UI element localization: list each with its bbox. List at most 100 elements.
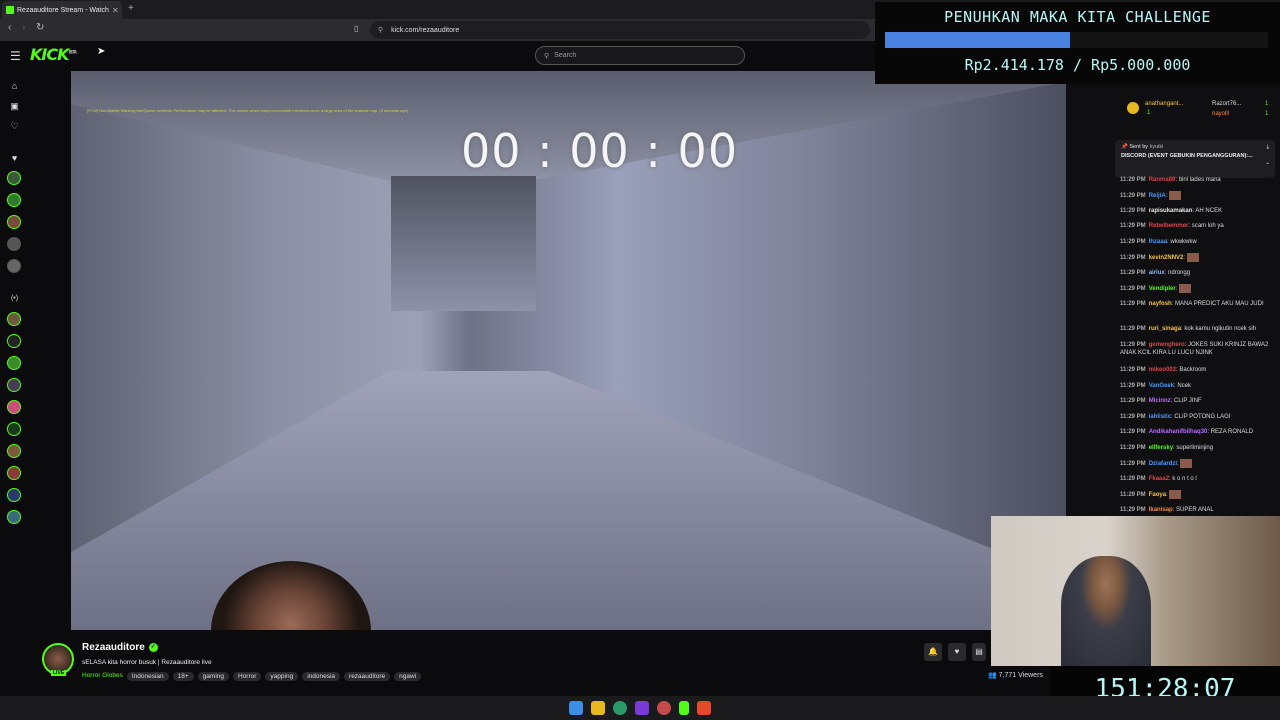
- brave-icon[interactable]: [697, 701, 711, 715]
- followed-channel-avatar[interactable]: [7, 215, 21, 229]
- followed-channel-avatar[interactable]: [7, 237, 21, 251]
- kick-logo[interactable]: KICKBETA: [30, 45, 77, 64]
- chat-timestamp: 11:29 PM: [1120, 342, 1146, 348]
- challenge-title: PENUHKAN MAKA KITA CHALLENGE: [944, 8, 1211, 26]
- menu-icon[interactable]: ☰: [10, 49, 21, 63]
- chat-username[interactable]: airlux: [1149, 270, 1165, 276]
- chat-timestamp: 11:29 PM: [1120, 476, 1146, 482]
- stream-tag[interactable]: Indonesian: [126, 672, 169, 681]
- url-text: kick.com/rezaauditore: [391, 26, 460, 34]
- chat-username[interactable]: rapisukamakan: [1149, 208, 1193, 214]
- chat-text: bini lades mana: [1178, 177, 1221, 183]
- new-tab-button[interactable]: +: [128, 3, 134, 14]
- notification-bell-icon[interactable]: 🔔: [924, 643, 942, 661]
- stream-tag[interactable]: 18+: [172, 672, 194, 681]
- recommended-channel-avatar[interactable]: [7, 334, 21, 348]
- address-bar[interactable]: ⚲ kick.com/rezaauditore: [370, 21, 870, 39]
- viewer-count: 👥 7,771 Viewers: [988, 671, 1043, 679]
- chat-username[interactable]: Andikahanifbilhaq30: [1149, 429, 1208, 435]
- follow-heart-icon[interactable]: ♥: [948, 643, 966, 661]
- chat-username[interactable]: Rebelbemmer: [1149, 223, 1189, 229]
- recommended-channel-avatar[interactable]: [7, 444, 21, 458]
- chevron-down-icon[interactable]: ⌄: [1265, 160, 1270, 166]
- viewer-count-text: 7,771 Viewers: [998, 672, 1043, 679]
- chat-username[interactable]: nayfosh: [1149, 301, 1172, 307]
- chat-username[interactable]: Fkaaa2: [1149, 476, 1169, 482]
- back-icon[interactable]: ‹: [8, 22, 11, 33]
- edge-icon[interactable]: [613, 701, 627, 715]
- chat-username[interactable]: Micinnz: [1149, 398, 1171, 404]
- recommended-channel-avatar[interactable]: [7, 312, 21, 326]
- recommended-channel-avatar[interactable]: [7, 422, 21, 436]
- chat-username[interactable]: mikeo002: [1149, 367, 1176, 373]
- bookmark-icon[interactable]: ▯: [354, 24, 358, 33]
- chat-username[interactable]: Dziafardzi: [1149, 461, 1177, 467]
- chat-username[interactable]: gemenghero: [1149, 342, 1185, 348]
- logo-text: KICK: [30, 45, 69, 64]
- recommended-channel-avatar[interactable]: [7, 466, 21, 480]
- pinned-sender-label: Sent by: [1129, 144, 1149, 150]
- chat-timestamp: 11:29 PM: [1120, 414, 1146, 420]
- chat-username[interactable]: Faoya: [1149, 492, 1166, 498]
- browser-tab[interactable]: Rezaauditore Stream - Watch ✕: [2, 1, 122, 19]
- game-timer: 00 : 00 : 00: [461, 124, 739, 178]
- chat-timestamp: 11:29 PM: [1120, 398, 1146, 404]
- chat-timestamp: 11:29 PM: [1120, 177, 1146, 183]
- gifter-count: 1: [1147, 110, 1151, 116]
- close-tab-icon[interactable]: ✕: [112, 6, 119, 15]
- recommended-channel-avatar[interactable]: [7, 378, 21, 392]
- chat-username[interactable]: Ikanisap: [1149, 507, 1173, 513]
- category-link[interactable]: Horror Globes: [82, 672, 123, 681]
- chat-message: 11:29 PM mikeo002: Backroom: [1120, 366, 1275, 374]
- chat-username[interactable]: Vendipler: [1149, 286, 1176, 292]
- stream-tag[interactable]: rezaauditore: [344, 672, 391, 681]
- kick-app-icon[interactable]: [679, 701, 689, 715]
- chat-message: 11:29 PM Andikahanifbilhaq30: REZA RONALD: [1120, 428, 1275, 436]
- chat-message: 11:29 PM Ihzaaa: wkwkwkw: [1120, 238, 1275, 246]
- chat-username[interactable]: ReijiA: [1149, 193, 1166, 199]
- chat-timestamp: 11:29 PM: [1120, 255, 1146, 262]
- chat-message: 11:29 PM Dziafardzi:: [1120, 459, 1275, 468]
- chat-username[interactable]: ellfersky: [1149, 445, 1173, 451]
- followed-channel-avatar[interactable]: [7, 193, 21, 207]
- recommended-channel-avatar[interactable]: [7, 356, 21, 370]
- chat-username[interactable]: Ranma89: [1149, 177, 1176, 183]
- stream-title: sELASA kita horror busuk | Rezaauditore …: [82, 659, 212, 666]
- chat-username[interactable]: Ihzaaa: [1149, 239, 1167, 245]
- following-icon[interactable]: ♡: [9, 121, 20, 132]
- unpin-icon[interactable]: ⤓: [1267, 144, 1269, 151]
- chat-username[interactable]: iahlistic: [1149, 414, 1171, 420]
- challenge-amount: Rp2.414.178 / Rp5.000.000: [964, 56, 1191, 74]
- pinned-message[interactable]: 📌 Sent by kyuiki ⤓ DISCORD (EVENT GEBUKIN…: [1115, 140, 1275, 178]
- chat-timestamp: 11:29 PM: [1120, 270, 1146, 276]
- chat-username[interactable]: ruri_sinaga: [1149, 326, 1181, 332]
- chat-username[interactable]: VanGeek: [1149, 383, 1174, 389]
- followed-channel-avatar[interactable]: [7, 171, 21, 185]
- reload-icon[interactable]: ↻: [36, 22, 44, 33]
- stream-tag[interactable]: Horror: [233, 672, 262, 681]
- forward-icon[interactable]: ›: [22, 22, 25, 33]
- recommended-channel-avatar[interactable]: [7, 510, 21, 524]
- game-doorway: [391, 176, 536, 311]
- chrome-icon[interactable]: [657, 701, 671, 715]
- home-icon[interactable]: ⌂: [9, 81, 20, 92]
- gift-sub-icon[interactable]: ▤: [972, 643, 986, 661]
- stream-tag[interactable]: ngawi: [394, 672, 422, 681]
- recommended-channel-avatar[interactable]: [7, 488, 21, 502]
- windows-start-icon[interactable]: [569, 701, 583, 715]
- stream-tag[interactable]: indonesia: [302, 672, 341, 681]
- browse-icon[interactable]: ▣: [9, 101, 20, 112]
- stream-tag[interactable]: yapping: [265, 672, 299, 681]
- followed-channel-avatar[interactable]: [7, 259, 21, 273]
- video-player[interactable]: [FCM] Non-Mantle Marking risk/Queue over…: [71, 71, 1066, 630]
- streamer-name[interactable]: Rezaauditore: [82, 642, 145, 653]
- chat-message: 11:29 PM Fkaaa2: k o n t o l: [1120, 475, 1275, 483]
- recommended-channel-avatar[interactable]: [7, 400, 21, 414]
- chat-username[interactable]: kevin2NNV2: [1149, 255, 1184, 261]
- stream-tag[interactable]: gaming: [197, 672, 229, 681]
- site-info-icon[interactable]: ⚲: [378, 26, 383, 34]
- file-explorer-icon[interactable]: [591, 701, 605, 715]
- search-input[interactable]: ⚲ Search: [535, 46, 745, 65]
- obs-icon[interactable]: [635, 701, 649, 715]
- chat-timestamp: 11:29 PM: [1120, 193, 1146, 200]
